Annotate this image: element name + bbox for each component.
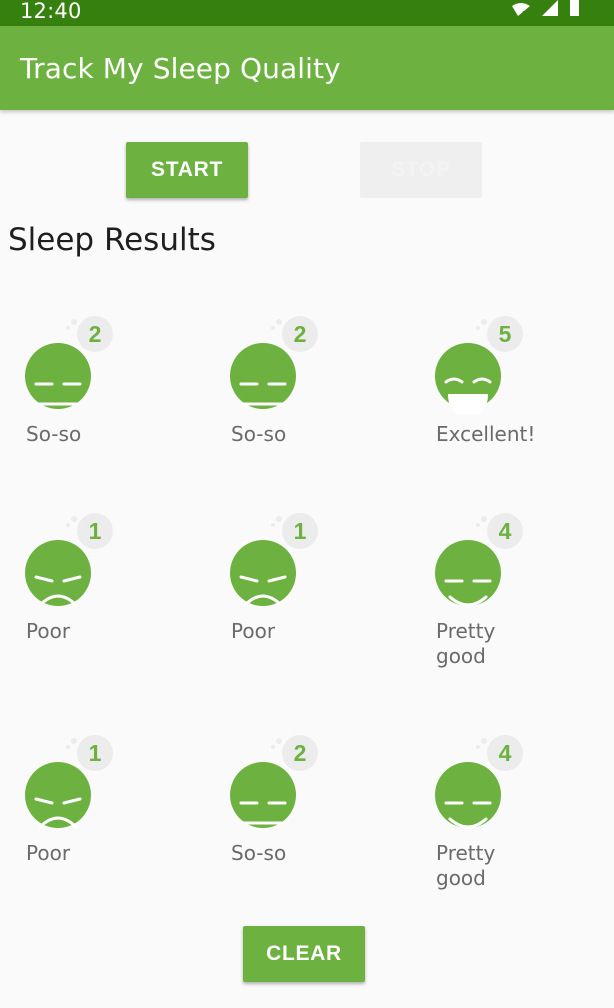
cellular-signal-icon (542, 0, 558, 16)
svg-text:x: x (522, 9, 528, 18)
sleep-quality-label: Poor (231, 619, 276, 643)
section-title: Sleep Results (8, 222, 216, 258)
sleep-night-item[interactable]: 5 Excellent! (416, 300, 596, 500)
sleep-night-item[interactable]: 1 Poor (6, 497, 186, 697)
status-bar: 12:40 x (0, 0, 614, 26)
sleep-night-item[interactable]: 2 So-so (211, 300, 391, 500)
sleep-night-item[interactable]: 1 Poor (211, 497, 391, 697)
sleep-night-item[interactable]: 4 Pretty good (416, 719, 596, 919)
sleep-quality-icon: 2 (20, 314, 120, 414)
score-text: 4 (499, 740, 512, 766)
sleep-quality-icon: 1 (225, 511, 325, 611)
sleep-quality-icon: 4 (430, 511, 530, 611)
sleep-quality-icon: 2 (225, 733, 325, 833)
sleep-quality-label: So-so (231, 422, 287, 446)
sleep-night-item[interactable]: 2 So-so (6, 300, 186, 500)
score-text: 1 (89, 518, 102, 544)
sleep-quality-label: So-so (231, 841, 287, 865)
battery-icon (570, 0, 579, 16)
sleep-night-item[interactable]: 1 Poor (6, 719, 186, 919)
score-text: 2 (89, 321, 102, 347)
sleep-quality-icon: 2 (225, 314, 325, 414)
sleep-night-item[interactable]: 4 Pretty good (416, 497, 596, 697)
status-time: 12:40 (20, 0, 82, 23)
app-bar: Track My Sleep Quality (0, 26, 614, 110)
sleep-quality-icon: 5 (430, 314, 530, 414)
sleep-quality-label: Pretty good (436, 841, 496, 890)
score-text: 5 (499, 321, 512, 347)
stop-button[interactable]: STOP (360, 142, 482, 198)
sleep-night-item[interactable]: 2 So-so (211, 719, 391, 919)
score-text: 1 (294, 518, 307, 544)
sleep-quality-label: Poor (26, 619, 71, 643)
sleep-quality-label: Pretty good (436, 619, 496, 668)
app-title: Track My Sleep Quality (20, 52, 341, 85)
score-text: 2 (294, 321, 307, 347)
sleep-quality-icon: 1 (20, 733, 120, 833)
sleep-quality-icon: 4 (430, 733, 530, 833)
sleep-quality-label: Excellent! (436, 422, 536, 446)
sleep-quality-icon: 1 (20, 511, 120, 611)
sleep-quality-label: Poor (26, 841, 71, 865)
score-text: 1 (89, 740, 102, 766)
clear-button[interactable]: CLEAR (243, 926, 365, 982)
score-text: 4 (499, 518, 512, 544)
score-text: 2 (294, 740, 307, 766)
sleep-quality-label: So-so (26, 422, 82, 446)
status-icons: x (512, 0, 579, 18)
start-button[interactable]: START (126, 142, 248, 198)
